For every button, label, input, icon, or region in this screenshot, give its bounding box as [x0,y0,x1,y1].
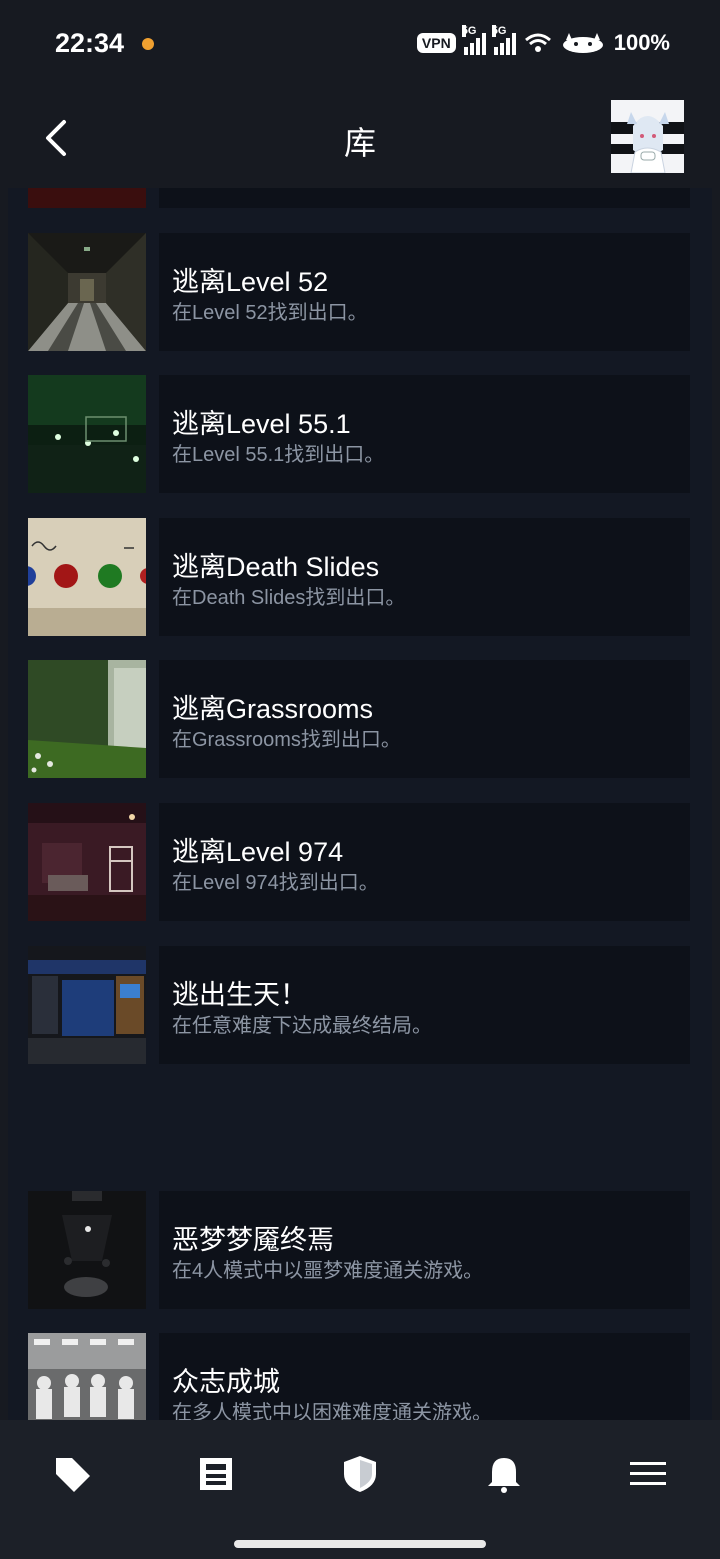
achievement-info: 逃离Grassrooms 在Grassrooms找到出口。 [159,660,690,778]
network-type-label-2: 5G [491,25,507,37]
signal-icon: 5G [461,25,486,55]
achievement-card[interactable]: 逃离Death Slides 在Death Slides找到出口。 [28,518,690,636]
tag-icon[interactable] [52,1454,92,1494]
achievement-desc: 在4人模式中以噩梦难度通关游戏。 [172,1260,484,1282]
achievement-name: 逃出生天！ [172,980,307,1010]
achievement-info: 恶梦梦魇终焉 在4人模式中以噩梦难度通关游戏。 [159,1191,690,1309]
bottom-nav [0,1420,720,1559]
achievement-name: 众志成城 [172,1367,280,1397]
shield-icon[interactable] [340,1454,380,1494]
achievement-thumbnail [28,660,146,778]
menu-icon[interactable] [628,1454,668,1494]
achievement-info [159,188,690,208]
achievement-card[interactable]: 逃离Level 974 在Level 974找到出口。 [28,803,690,921]
user-avatar[interactable] [611,100,684,173]
app-header: 库 [0,88,720,188]
achievement-card[interactable]: 逃离Level 52 在Level 52找到出口。 [28,233,690,351]
status-bar: 22:34 VPN 5G 5G 100% [0,0,720,88]
status-time: 22:34 [55,28,125,58]
signal-icon-2: 5G [491,25,516,55]
vpn-badge: VPN [416,33,456,53]
achievement-thumbnail [28,233,146,351]
achievement-info: 逃离Level 55.1 在Level 55.1找到出口。 [159,375,690,493]
achievement-desc: 在Grassrooms找到出口。 [172,729,401,751]
achievement-thumbnail [28,188,146,208]
achievement-list[interactable]: 逃离Level 52 在Level 52找到出口。 逃离Level 55.1 在… [8,188,712,1420]
achievement-thumbnail [28,946,146,1064]
achievement-desc: 在多人模式中以困难难度通关游戏。 [172,1402,492,1420]
status-icons: VPN 5G 5G 100% [416,25,670,56]
news-icon[interactable] [196,1454,236,1494]
achievement-desc: 在Level 55.1找到出口。 [172,444,385,466]
achievement-desc: 在任意难度下达成最终结局。 [172,1015,432,1037]
achievement-name: 逃离Level 974 [172,837,344,867]
achievement-thumbnail [28,803,146,921]
achievement-info: 逃离Level 974 在Level 974找到出口。 [159,803,690,921]
battery-percentage: 100% [613,30,670,55]
achievement-card[interactable]: 恶梦梦魇终焉 在4人模式中以噩梦难度通关游戏。 [28,1191,690,1309]
achievement-card[interactable]: 众志成城 在多人模式中以困难难度通关游戏。 [28,1333,690,1420]
achievement-name: 恶梦梦魇终焉 [172,1225,334,1255]
achievement-name: 逃离Death Slides [172,552,380,582]
achievement-name: 逃离Level 52 [172,267,329,297]
bell-icon[interactable] [484,1454,524,1494]
wifi-icon [524,33,551,52]
achievement-info: 逃离Death Slides 在Death Slides找到出口。 [159,518,690,636]
achievement-desc: 在Level 974找到出口。 [172,872,379,894]
battery-cat-icon [562,33,603,53]
achievement-card[interactable]: 逃离Level 55.1 在Level 55.1找到出口。 [28,375,690,493]
achievement-name: 逃离Level 55.1 [172,409,351,439]
achievement-desc: 在Level 52找到出口。 [172,302,368,324]
achievement-info: 众志成城 在多人模式中以困难难度通关游戏。 [159,1333,690,1420]
achievement-desc: 在Death Slides找到出口。 [172,587,406,609]
achievement-info: 逃出生天！ 在任意难度下达成最终结局。 [159,946,690,1064]
achievement-thumbnail [28,1191,146,1309]
achievement-card[interactable] [28,188,690,208]
achievement-info: 逃离Level 52 在Level 52找到出口。 [159,233,690,351]
achievement-thumbnail [28,375,146,493]
achievement-name: 逃离Grassrooms [172,694,374,724]
achievement-thumbnail [28,518,146,636]
achievement-card[interactable]: 逃离Grassrooms 在Grassrooms找到出口。 [28,660,690,778]
home-indicator[interactable] [234,1540,486,1548]
achievement-thumbnail [28,1333,146,1420]
network-type-label: 5G [461,25,477,37]
notification-dot-icon [142,38,154,50]
achievement-card[interactable]: 逃出生天！ 在任意难度下达成最终结局。 [28,946,690,1064]
